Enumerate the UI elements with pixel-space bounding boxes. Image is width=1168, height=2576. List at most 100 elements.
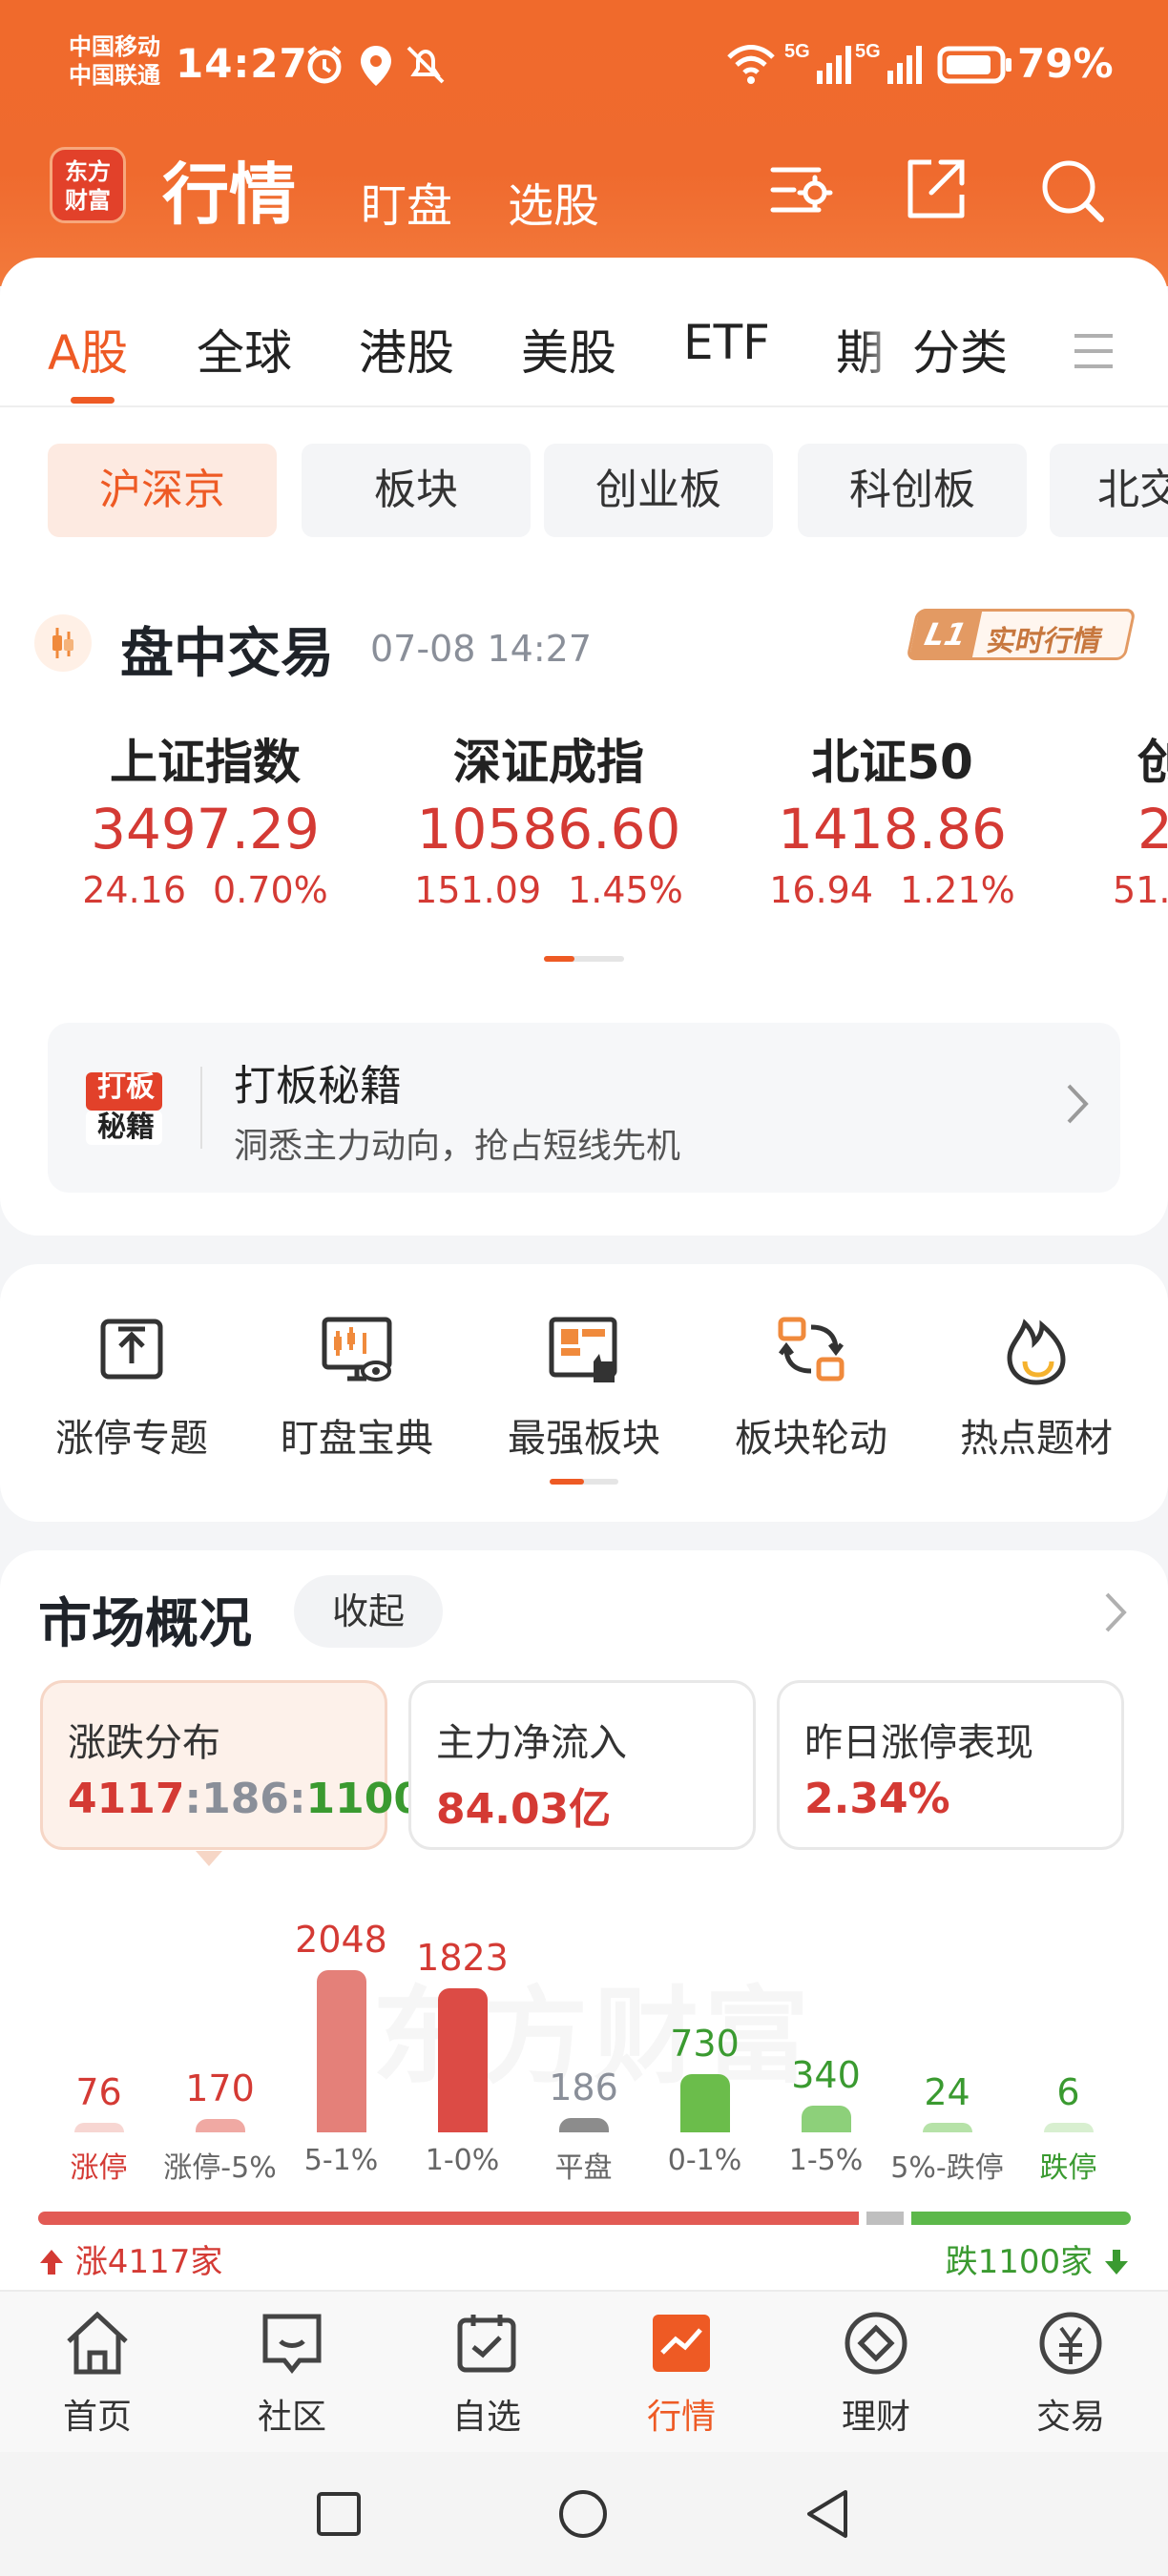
nav-watchlist[interactable]: 自选	[389, 2307, 584, 2439]
tool-sector-rotation[interactable]: 板块轮动	[699, 1312, 924, 1463]
chevron-right-icon	[1067, 1084, 1089, 1124]
stat-main-net-inflow[interactable]: 主力净流入 84.03亿	[408, 1680, 756, 1850]
rise-fall-distribution-chart: 76 涨停 170 涨停-5% 2048 5-1% 1823 1-0% 186 平盘 730 0-1%…	[0, 1865, 1168, 2218]
chip-star[interactable]: 科创板	[798, 444, 1027, 537]
chart-category-label: 跌停	[1039, 2151, 1097, 2185]
page-title[interactable]: 行情	[162, 141, 296, 238]
index-changes: 24.16 0.70% 151.09 1.45% 16.94 1.21% 51.	[0, 863, 1168, 921]
wifi-icon	[727, 45, 775, 84]
tool-label: 最强板块	[508, 1417, 660, 1461]
share-icon[interactable]	[903, 156, 970, 223]
stat-pointer	[196, 1851, 222, 1866]
chart-bar	[73, 2123, 124, 2132]
index-ticker: 上证指数 3497.29 深证成指 10586.60 北证50 1418.86 …	[0, 730, 1168, 863]
tab-a-share[interactable]: A股	[48, 315, 128, 384]
chart-bar	[801, 2106, 851, 2132]
nav-wealth[interactable]: 理财	[779, 2307, 973, 2439]
chip-hs-bj[interactable]: 沪深京	[48, 444, 277, 537]
promo-title: 打板秘籍	[234, 1062, 402, 1111]
chip-bse[interactable]: 北交	[1050, 444, 1168, 537]
tool-strongest-sector[interactable]: 最强板块	[471, 1312, 697, 1463]
tool-hot-topic[interactable]: 热点题材	[924, 1312, 1149, 1463]
signal-5g-icon: 5G	[784, 41, 851, 84]
tool-label: 涨停专题	[55, 1417, 208, 1461]
nav-home[interactable]: 首页	[0, 2307, 195, 2439]
index-card-bj50[interactable]: 北证50 1418.86	[735, 730, 1050, 863]
ratio-flat-segment	[866, 2212, 904, 2225]
realtime-label: 实时行情	[983, 625, 1106, 658]
trade-icon	[1039, 2312, 1102, 2375]
tab-etf[interactable]: ETF	[683, 315, 770, 370]
nav-trade[interactable]: 交易	[973, 2307, 1168, 2439]
change-abs: 51.	[1113, 869, 1168, 911]
chart-bar	[558, 2118, 609, 2132]
change-abs: 16.94	[769, 869, 874, 911]
menu-icon[interactable]	[1073, 330, 1115, 372]
index-name: 深证成指	[453, 735, 644, 790]
fall-count: 跌1100家	[946, 2235, 1130, 2282]
promo-subtitle: 洞悉主力动向，抢占短线先机	[234, 1127, 681, 1166]
overview-title: 市场概况	[38, 1593, 252, 1655]
stat-value: 2.34%	[804, 1775, 950, 1823]
stat-yesterday-limit-up[interactable]: 昨日涨停表现 2.34%	[777, 1680, 1124, 1850]
recent-apps-icon[interactable]	[315, 2490, 363, 2538]
battery-percent: 79%	[1017, 40, 1114, 87]
home-circle-icon[interactable]	[557, 2488, 609, 2540]
chip-chinext[interactable]: 创业板	[544, 444, 773, 537]
tab-category[interactable]: 分类	[912, 315, 1008, 384]
index-name: 创	[1137, 735, 1168, 790]
ratio-up-segment	[38, 2212, 859, 2225]
nav-community[interactable]: 社区	[195, 2307, 389, 2439]
chart-category-label: 0-1%	[667, 2144, 742, 2177]
nav-market[interactable]: 行情	[584, 2307, 779, 2439]
index-card-sh[interactable]: 上证指数 3497.29	[48, 730, 363, 863]
arrow-up-icon	[40, 2250, 63, 2275]
active-tab-indicator	[71, 397, 115, 404]
index-card-partial[interactable]: 创 2	[1073, 730, 1168, 863]
tool-label: 热点题材	[960, 1417, 1113, 1461]
svg-text:5G: 5G	[855, 41, 881, 62]
nav-label: 理财	[841, 2398, 910, 2437]
chart-category-label: 5-1%	[303, 2144, 379, 2177]
tab-watch[interactable]: 盯盘	[361, 168, 452, 235]
tab-us[interactable]: 美股	[521, 315, 616, 384]
tool-limit-up-topic[interactable]: 涨停专题	[19, 1312, 244, 1463]
chip-sector[interactable]: 板块	[302, 444, 531, 537]
tool-label: 盯盘宝典	[281, 1417, 433, 1461]
chart-bar-value: 2048	[295, 1919, 387, 1961]
stat-rise-fall-distribution[interactable]: 涨跌分布 4117:186:1100	[40, 1680, 423, 1866]
app-logo[interactable]: 东方 财富	[50, 147, 126, 223]
tab-hk[interactable]: 港股	[359, 315, 454, 384]
stat-value: 84.03亿	[436, 1785, 612, 1834]
tab-stock-picker[interactable]: 选股	[508, 168, 599, 235]
tool-monitor-guide[interactable]: 盯盘宝典	[244, 1312, 469, 1463]
chart-bar-value: 6	[1056, 2071, 1080, 2113]
back-icon[interactable]	[803, 2488, 851, 2540]
collapse-button[interactable]: 收起	[294, 1575, 443, 1648]
community-icon	[262, 2314, 322, 2375]
chart-bar	[437, 1988, 488, 2132]
change-abs: 24.16	[82, 869, 187, 911]
search-icon[interactable]	[1038, 156, 1107, 225]
index-price: 10586.60	[416, 797, 681, 862]
ratio-sep-2: :	[288, 1775, 306, 1823]
chart-bar-value: 76	[75, 2071, 122, 2113]
logo-line-2: 财富	[65, 187, 111, 214]
settings-list-icon[interactable]	[769, 156, 836, 223]
rise-text: 涨4117家	[74, 2243, 223, 2281]
chevron-right-icon[interactable]	[1101, 1589, 1130, 1636]
stat-label: 主力净流入	[436, 1721, 627, 1765]
carrier-info: 中国移动 中国联通	[69, 32, 160, 90]
chart-bar-value: 186	[549, 2067, 618, 2109]
tools-card: 涨停专题 盯盘宝典 最强板块 板块轮动 热点题材	[0, 1264, 1168, 1522]
pager-active	[550, 1479, 584, 1485]
tabs-fade	[859, 315, 916, 391]
rise-count: 涨4117家	[38, 2235, 222, 2282]
index-change-sz: 151.09 1.45%	[391, 863, 706, 917]
promo-banner[interactable]: 打板 秘籍 打板秘籍 洞悉主力动向，抢占短线先机	[48, 1023, 1120, 1193]
tab-global[interactable]: 全球	[197, 315, 292, 384]
realtime-badge[interactable]: L1 实时行情	[906, 609, 1137, 660]
rise-fall-ratio-bar	[38, 2212, 1131, 2225]
svg-text:5G: 5G	[784, 41, 810, 62]
index-card-sz[interactable]: 深证成指 10586.60	[391, 730, 706, 863]
